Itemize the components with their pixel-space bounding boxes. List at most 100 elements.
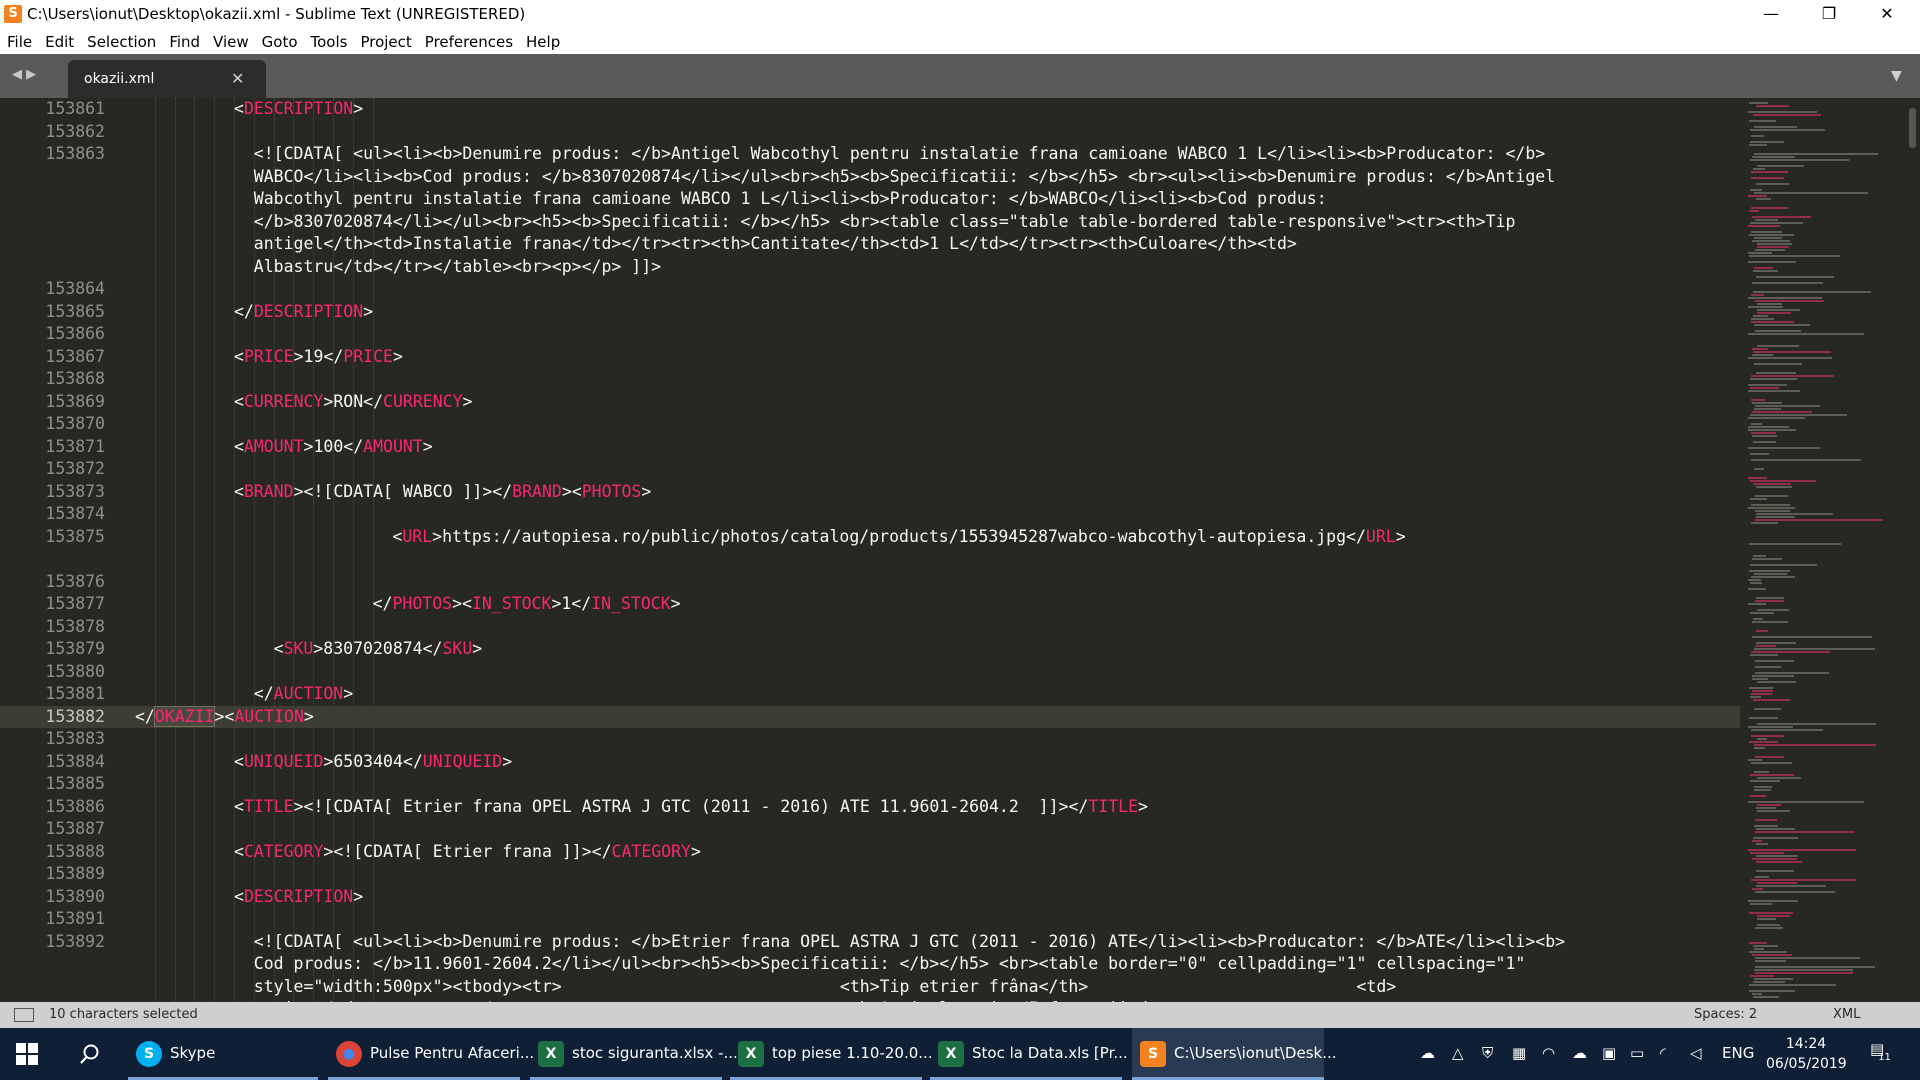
code-editor[interactable]: 153861 <DESCRIPTION> 153862 153863 <![CDATA[… [0, 98, 1920, 1002]
minimap-line [1749, 234, 1794, 236]
minimap-line [1748, 195, 1767, 197]
scrollbar-thumb[interactable] [1909, 108, 1916, 148]
maximize-button[interactable]: ❐ [1800, 0, 1858, 30]
indentation-setting[interactable]: Spaces: 2 [1694, 1007, 1757, 1022]
code-line[interactable]: 153871 <AMOUNT>100</AMOUNT> [0, 436, 1740, 459]
code-line[interactable]: 153879 <SKU>8307020874</SKU> [0, 638, 1740, 661]
code-line[interactable]: antigel</th><td>Instalatie frana</td></t… [0, 233, 1740, 256]
code-line[interactable]: 153870 [0, 413, 1740, 436]
code-line[interactable]: Wabcothyl pentru instalatie frana camioa… [0, 188, 1740, 211]
code-line[interactable]: 153892 <![CDATA[ <ul><li><b>Denumire prod… [0, 931, 1740, 954]
minimap-line [1755, 645, 1776, 647]
search-icon[interactable] [78, 1042, 102, 1066]
code-line[interactable]: 153869 <CURRENCY>RON</CURRENCY> [0, 391, 1740, 414]
menu-file[interactable]: File [0, 30, 38, 52]
menu-goto[interactable]: Goto [255, 30, 304, 52]
code-line[interactable]: 153882 </OKAZII><AUCTION> [0, 705, 1740, 728]
menu-project[interactable]: Project [353, 30, 417, 52]
taskbar-app-excel-stoc-siguranta[interactable]: X stoc siguranta.xlsx -... [530, 1028, 738, 1080]
code-text: Wabcothyl pentru instalatie frana camioa… [253, 189, 1327, 208]
code-line[interactable]: 153864 [0, 278, 1740, 301]
code-line[interactable]: 153883 [0, 728, 1740, 751]
tab-close-icon[interactable]: ✕ [231, 69, 244, 88]
tag-name: PRICE [343, 346, 393, 366]
menu-preferences[interactable]: Preferences [418, 30, 519, 52]
tab-nav-arrows-icon[interactable]: ◀ ▶ [12, 67, 36, 82]
code-line[interactable]: 153863 <![CDATA[ <ul><li><b>Denumire prod… [0, 143, 1740, 166]
code-line[interactable]: 153872 [0, 458, 1740, 481]
taskbar-app-excel-stoc-la-data[interactable]: X Stoc la Data.xls [Pr... [930, 1028, 1128, 1080]
menu-help[interactable]: Help [519, 30, 566, 52]
code-line[interactable]: 153866 [0, 323, 1740, 346]
code-line[interactable]: Cod produs: </b>11.9601-2604.2</li></ul>… [0, 953, 1740, 976]
input-language[interactable]: ENG [1722, 1044, 1754, 1062]
code-line[interactable] [0, 548, 1740, 571]
code-line[interactable]: 153874 [0, 503, 1740, 526]
minimize-button[interactable]: — [1742, 0, 1800, 30]
tray-drive-icon[interactable]: △ [1452, 1044, 1464, 1062]
clock[interactable]: 14:24 06/05/2019 [1766, 1034, 1847, 1074]
menu-tools[interactable]: Tools [304, 30, 354, 52]
code-line[interactable]: 153875 <URL>https://autopiesa.ro/public/p… [0, 526, 1740, 549]
network-icon[interactable]: ◜ [1660, 1044, 1666, 1062]
code-line[interactable]: 153887 [0, 818, 1740, 841]
tray-word-icon[interactable]: ▣ [1602, 1044, 1616, 1062]
menu-view[interactable]: View [206, 30, 255, 52]
menu-find[interactable]: Find [162, 30, 206, 52]
minimap-line [1756, 516, 1795, 518]
windows-taskbar: S Skype ● Pulse Pentru Afaceri... X stoc… [0, 1028, 1920, 1080]
onedrive-icon[interactable]: ☁ [1572, 1044, 1587, 1062]
code-line[interactable]: 153891 [0, 908, 1740, 931]
tray-skype-icon[interactable]: ☁ [1420, 1044, 1435, 1062]
code-line[interactable]: 153889 [0, 863, 1740, 886]
code-line[interactable]: 153884 <UNIQUEID>6503404</UNIQUEID> [0, 751, 1740, 774]
code-line[interactable]: 153881 </AUCTION> [0, 683, 1740, 706]
code-line[interactable]: 153880 [0, 661, 1740, 684]
line-text: <CATEGORY><![CDATA[ Etrier frana ]]></CA… [234, 841, 701, 864]
minimap-line [1753, 555, 1766, 557]
taskbar-app-excel-top-piese[interactable]: X top piese 1.10-20.0... [730, 1028, 933, 1080]
tray-shield-icon[interactable]: ⛨ [1482, 1044, 1493, 1062]
code-line[interactable]: 153868 [0, 368, 1740, 391]
minimap-line [1748, 384, 1787, 386]
taskbar-app-chrome[interactable]: ● Pulse Pentru Afaceri... [328, 1028, 534, 1080]
code-line[interactable]: 153867 <PRICE>19</PRICE> [0, 346, 1740, 369]
tab-list-dropdown-icon[interactable]: ▼ [1891, 68, 1902, 84]
tab-okazii-xml[interactable]: okazii.xml ✕ [68, 60, 266, 98]
code-line[interactable]: Albastru</td></tr></table><br><p></p> ]]… [0, 256, 1740, 279]
notifications-icon[interactable]: ▤11 [1870, 1040, 1897, 1063]
code-line[interactable]: 153878 [0, 616, 1740, 639]
code-line[interactable]: 153888 <CATEGORY><![CDATA[ Etrier frana ]… [0, 841, 1740, 864]
menu-selection[interactable]: Selection [80, 30, 162, 52]
panel-toggle-icon[interactable] [14, 1008, 34, 1022]
code-line[interactable]: 153865 </DESCRIPTION> [0, 301, 1740, 324]
code-line[interactable]: WABCO</li><li><b>Cod produs: </b>8307020… [0, 166, 1740, 189]
code-line[interactable]: </b>8307020874</li></ul><br><h5><b>Speci… [0, 211, 1740, 234]
code-line[interactable]: 153877 </PHOTOS><IN_STOCK>1</IN_STOCK> [0, 593, 1740, 616]
wifi-icon[interactable]: ◠ [1542, 1044, 1555, 1062]
code-line[interactable]: 153885 [0, 773, 1740, 796]
code-line[interactable]: 153876 [0, 571, 1740, 594]
code-line[interactable]: 153890 <DESCRIPTION> [0, 886, 1740, 909]
minimap-line [1749, 687, 1773, 689]
minimap[interactable] [1740, 98, 1905, 1002]
code-line[interactable]: 153886 <TITLE><![CDATA[ Etrier frana OPEL… [0, 796, 1740, 819]
menu-edit[interactable]: Edit [38, 30, 80, 52]
tray-storage-icon[interactable]: ▦ [1512, 1044, 1526, 1062]
close-button[interactable]: ✕ [1858, 0, 1916, 30]
code-line[interactable]: 153861 <DESCRIPTION> [0, 98, 1740, 121]
code-text: > [472, 639, 483, 658]
battery-icon[interactable]: ▭ [1630, 1044, 1644, 1062]
taskbar-app-sublime[interactable]: S C:\Users\ionut\Desk... [1132, 1028, 1337, 1080]
windows-start-icon[interactable] [16, 1043, 38, 1065]
tab-bar: ◀ ▶ okazii.xml ✕ ▼ [0, 54, 1920, 98]
vertical-scrollbar[interactable] [1905, 98, 1920, 1002]
taskbar-app-skype[interactable]: S Skype [128, 1028, 318, 1080]
code-text: <![CDATA[ <ul><li><b>Denumire produs: </… [253, 144, 1546, 163]
minimap-line [1753, 291, 1871, 293]
syntax-setting[interactable]: XML [1833, 1007, 1860, 1022]
code-line[interactable]: style="width:500px"><tbody><tr> <th>Tip … [0, 976, 1740, 999]
code-line[interactable]: 153873 <BRAND><![CDATA[ WABCO ]]></BRAND>… [0, 481, 1740, 504]
code-line[interactable]: 153862 [0, 121, 1740, 144]
volume-icon[interactable]: ◁ [1690, 1044, 1702, 1062]
